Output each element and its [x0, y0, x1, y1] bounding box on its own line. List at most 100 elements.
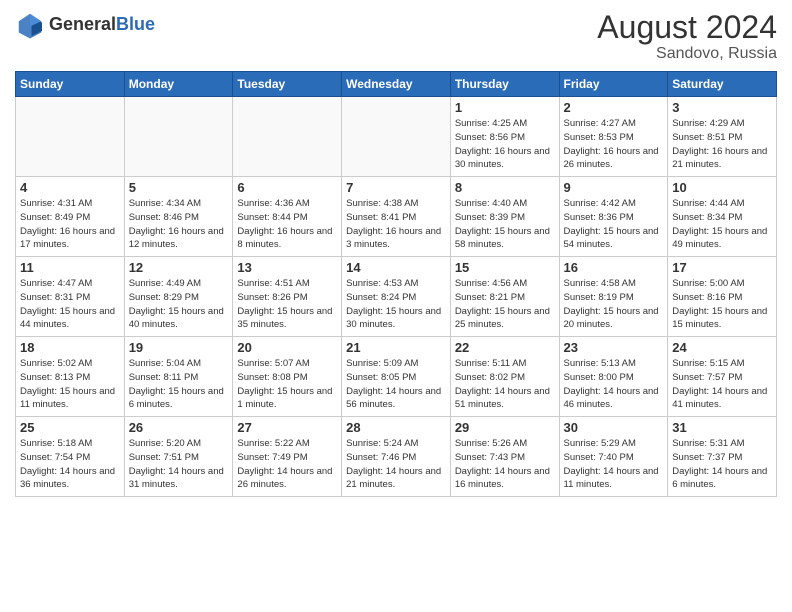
header: GeneralBlue August 2024 Sandovo, Russia — [15, 10, 777, 63]
day-cell — [233, 97, 342, 177]
day-number: 7 — [346, 180, 446, 195]
day-number: 1 — [455, 100, 555, 115]
day-number: 18 — [20, 340, 120, 355]
day-cell: 5 Sunrise: 4:34 AM Sunset: 8:46 PM Daylig… — [124, 177, 233, 257]
day-cell: 22 Sunrise: 5:11 AM Sunset: 8:02 PM Dayli… — [450, 337, 559, 417]
col-header-sunday: Sunday — [16, 72, 125, 97]
day-number: 16 — [564, 260, 664, 275]
day-info: Sunrise: 4:36 AM Sunset: 8:44 PM Dayligh… — [237, 197, 337, 252]
day-number: 22 — [455, 340, 555, 355]
day-number: 15 — [455, 260, 555, 275]
day-number: 6 — [237, 180, 337, 195]
day-info: Sunrise: 5:22 AM Sunset: 7:49 PM Dayligh… — [237, 437, 337, 492]
month-year: August 2024 — [597, 10, 777, 45]
day-info: Sunrise: 4:42 AM Sunset: 8:36 PM Dayligh… — [564, 197, 664, 252]
day-number: 5 — [129, 180, 229, 195]
day-info: Sunrise: 5:29 AM Sunset: 7:40 PM Dayligh… — [564, 437, 664, 492]
day-cell — [342, 97, 451, 177]
day-number: 30 — [564, 420, 664, 435]
day-info: Sunrise: 4:56 AM Sunset: 8:21 PM Dayligh… — [455, 277, 555, 332]
day-cell: 18 Sunrise: 5:02 AM Sunset: 8:13 PM Dayli… — [16, 337, 125, 417]
day-cell: 11 Sunrise: 4:47 AM Sunset: 8:31 PM Dayli… — [16, 257, 125, 337]
day-cell: 17 Sunrise: 5:00 AM Sunset: 8:16 PM Dayli… — [668, 257, 777, 337]
week-row-1: 1 Sunrise: 4:25 AM Sunset: 8:56 PM Daylig… — [16, 97, 777, 177]
day-info: Sunrise: 4:34 AM Sunset: 8:46 PM Dayligh… — [129, 197, 229, 252]
day-info: Sunrise: 5:24 AM Sunset: 7:46 PM Dayligh… — [346, 437, 446, 492]
day-cell: 10Sunrise: 4:44 AM Sunset: 8:34 PM Dayli… — [668, 177, 777, 257]
day-cell: 27 Sunrise: 5:22 AM Sunset: 7:49 PM Dayli… — [233, 417, 342, 497]
col-header-wednesday: Wednesday — [342, 72, 451, 97]
day-info: Sunrise: 5:04 AM Sunset: 8:11 PM Dayligh… — [129, 357, 229, 412]
logo-blue: Blue — [116, 15, 155, 35]
day-cell: 21 Sunrise: 5:09 AM Sunset: 8:05 PM Dayli… — [342, 337, 451, 417]
week-row-5: 25 Sunrise: 5:18 AM Sunset: 7:54 PM Dayli… — [16, 417, 777, 497]
day-cell: 26Sunrise: 5:20 AM Sunset: 7:51 PM Dayli… — [124, 417, 233, 497]
day-cell — [124, 97, 233, 177]
day-info: Sunrise: 4:49 AM Sunset: 8:29 PM Dayligh… — [129, 277, 229, 332]
day-number: 21 — [346, 340, 446, 355]
day-number: 13 — [237, 260, 337, 275]
day-info: Sunrise: 4:40 AM Sunset: 8:39 PM Dayligh… — [455, 197, 555, 252]
day-number: 23 — [564, 340, 664, 355]
day-info: Sunrise: 4:44 AM Sunset: 8:34 PM Dayligh… — [672, 197, 772, 252]
day-number: 14 — [346, 260, 446, 275]
day-number: 17 — [672, 260, 772, 275]
day-info: Sunrise: 5:02 AM Sunset: 8:13 PM Dayligh… — [20, 357, 120, 412]
day-cell: 16 Sunrise: 4:58 AM Sunset: 8:19 PM Dayli… — [559, 257, 668, 337]
day-info: Sunrise: 5:18 AM Sunset: 7:54 PM Dayligh… — [20, 437, 120, 492]
day-info: Sunrise: 5:09 AM Sunset: 8:05 PM Dayligh… — [346, 357, 446, 412]
day-number: 27 — [237, 420, 337, 435]
day-number: 26 — [129, 420, 229, 435]
calendar-page: GeneralBlue August 2024 Sandovo, Russia … — [0, 0, 792, 612]
day-info: Sunrise: 5:31 AM Sunset: 7:37 PM Dayligh… — [672, 437, 772, 492]
col-header-tuesday: Tuesday — [233, 72, 342, 97]
day-number: 25 — [20, 420, 120, 435]
day-number: 11 — [20, 260, 120, 275]
day-cell: 23 Sunrise: 5:13 AM Sunset: 8:00 PM Dayli… — [559, 337, 668, 417]
day-cell: 7 Sunrise: 4:38 AM Sunset: 8:41 PM Daylig… — [342, 177, 451, 257]
location: Sandovo, Russia — [597, 45, 777, 63]
title-area: August 2024 Sandovo, Russia — [597, 10, 777, 63]
week-row-4: 18 Sunrise: 5:02 AM Sunset: 8:13 PM Dayli… — [16, 337, 777, 417]
day-info: Sunrise: 5:11 AM Sunset: 8:02 PM Dayligh… — [455, 357, 555, 412]
day-number: 8 — [455, 180, 555, 195]
day-cell: 30 Sunrise: 5:29 AM Sunset: 7:40 PM Dayli… — [559, 417, 668, 497]
day-cell: 25 Sunrise: 5:18 AM Sunset: 7:54 PM Dayli… — [16, 417, 125, 497]
col-header-thursday: Thursday — [450, 72, 559, 97]
day-number: 2 — [564, 100, 664, 115]
day-cell: 1 Sunrise: 4:25 AM Sunset: 8:56 PM Daylig… — [450, 97, 559, 177]
day-info: Sunrise: 4:27 AM Sunset: 8:53 PM Dayligh… — [564, 117, 664, 172]
day-cell: 12Sunrise: 4:49 AM Sunset: 8:29 PM Dayli… — [124, 257, 233, 337]
day-cell: 3Sunrise: 4:29 AM Sunset: 8:51 PM Daylig… — [668, 97, 777, 177]
day-number: 9 — [564, 180, 664, 195]
logo-icon — [15, 10, 45, 40]
day-cell — [16, 97, 125, 177]
calendar-table: SundayMondayTuesdayWednesdayThursdayFrid… — [15, 71, 777, 497]
day-info: Sunrise: 5:26 AM Sunset: 7:43 PM Dayligh… — [455, 437, 555, 492]
day-info: Sunrise: 4:29 AM Sunset: 8:51 PM Dayligh… — [672, 117, 772, 172]
logo: GeneralBlue — [15, 10, 155, 40]
day-number: 31 — [672, 420, 772, 435]
day-cell: 6 Sunrise: 4:36 AM Sunset: 8:44 PM Daylig… — [233, 177, 342, 257]
day-cell: 13 Sunrise: 4:51 AM Sunset: 8:26 PM Dayli… — [233, 257, 342, 337]
logo-general: General — [49, 15, 116, 35]
day-info: Sunrise: 4:51 AM Sunset: 8:26 PM Dayligh… — [237, 277, 337, 332]
col-header-monday: Monday — [124, 72, 233, 97]
day-info: Sunrise: 5:00 AM Sunset: 8:16 PM Dayligh… — [672, 277, 772, 332]
day-number: 28 — [346, 420, 446, 435]
day-info: Sunrise: 5:15 AM Sunset: 7:57 PM Dayligh… — [672, 357, 772, 412]
day-info: Sunrise: 4:47 AM Sunset: 8:31 PM Dayligh… — [20, 277, 120, 332]
day-info: Sunrise: 4:53 AM Sunset: 8:24 PM Dayligh… — [346, 277, 446, 332]
day-number: 4 — [20, 180, 120, 195]
day-cell: 14 Sunrise: 4:53 AM Sunset: 8:24 PM Dayli… — [342, 257, 451, 337]
day-info: Sunrise: 4:58 AM Sunset: 8:19 PM Dayligh… — [564, 277, 664, 332]
day-info: Sunrise: 4:25 AM Sunset: 8:56 PM Dayligh… — [455, 117, 555, 172]
day-info: Sunrise: 5:13 AM Sunset: 8:00 PM Dayligh… — [564, 357, 664, 412]
day-cell: 15 Sunrise: 4:56 AM Sunset: 8:21 PM Dayli… — [450, 257, 559, 337]
header-row: SundayMondayTuesdayWednesdayThursdayFrid… — [16, 72, 777, 97]
day-cell: 9 Sunrise: 4:42 AM Sunset: 8:36 PM Daylig… — [559, 177, 668, 257]
day-info: Sunrise: 4:31 AM Sunset: 8:49 PM Dayligh… — [20, 197, 120, 252]
day-cell: 29Sunrise: 5:26 AM Sunset: 7:43 PM Dayli… — [450, 417, 559, 497]
day-cell: 28 Sunrise: 5:24 AM Sunset: 7:46 PM Dayli… — [342, 417, 451, 497]
day-info: Sunrise: 4:38 AM Sunset: 8:41 PM Dayligh… — [346, 197, 446, 252]
